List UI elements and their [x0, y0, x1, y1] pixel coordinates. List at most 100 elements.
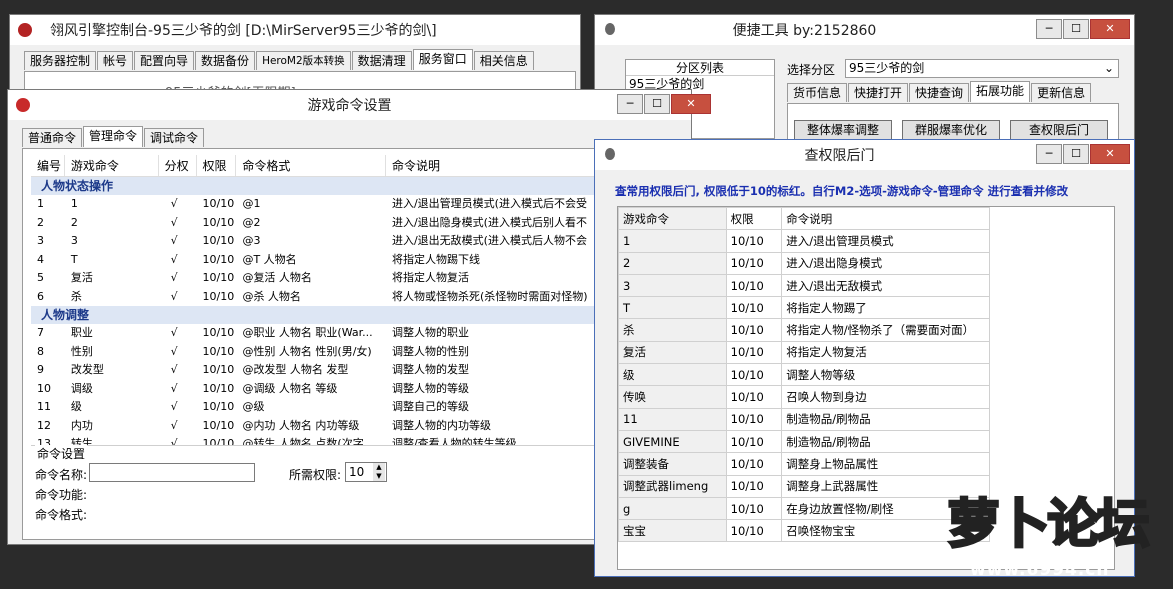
cell-permission: 10/10	[725, 452, 783, 476]
col-permission[interactable]: 权限	[197, 155, 237, 176]
command-row[interactable]: 12 内功 √ 10/10 @内功 人物名 内功等级 调整人物的内功等级	[31, 417, 685, 436]
cell-format: @1	[242, 197, 261, 210]
cell-description: 制造物品/刷物品	[781, 407, 990, 431]
tab-currency-info[interactable]: 货币信息	[787, 83, 848, 102]
cell-delegated: √	[170, 234, 178, 247]
command-row[interactable]: 5 复活 √ 10/10 @复活 人物名 将指定人物复活	[31, 269, 685, 288]
tab-admin-commands[interactable]: 管理命令	[83, 126, 144, 147]
check-backdoor-button[interactable]: 查权限后门	[1010, 120, 1108, 140]
cell-command: 改发型	[70, 363, 104, 376]
minimize-icon[interactable]: ─	[1036, 19, 1062, 39]
command-group-header[interactable]: 人物调整	[31, 306, 685, 324]
cell-command: 级	[618, 363, 727, 387]
cell-number: 13	[37, 437, 51, 445]
tab-data-backup[interactable]: 数据备份	[195, 51, 256, 70]
command-row[interactable]: 10 调级 √ 10/10 @调级 人物名 等级 调整人物的等级	[31, 380, 685, 399]
col-command[interactable]: 游戏命令	[618, 207, 727, 231]
col-format[interactable]: 命令格式	[236, 155, 386, 176]
cell-delegated: √	[170, 271, 178, 284]
tab-account[interactable]: 帐号	[97, 51, 134, 70]
chevron-down-icon[interactable]: ⌄	[1104, 60, 1114, 77]
backdoor-row[interactable]: 11 10/10 制造物品/刷物品	[618, 407, 990, 431]
maximize-icon[interactable]: ☐	[1063, 19, 1089, 39]
cell-permission: 10/10	[202, 344, 235, 358]
maximize-icon[interactable]: ☐	[1063, 144, 1089, 164]
cell-command: 调级	[70, 381, 93, 395]
group-drop-rate-button[interactable]: 群服爆率优化	[902, 120, 1000, 140]
cell-permission: 10/10	[202, 234, 235, 247]
cell-description: 调整身上物品属性	[781, 452, 990, 476]
cell-number: 7	[37, 326, 44, 339]
close-icon[interactable]: ✕	[671, 94, 711, 114]
close-icon[interactable]: ✕	[1090, 19, 1130, 39]
backdoor-row[interactable]: 复活 10/10 将指定人物复活	[618, 340, 990, 365]
cell-permission: 10/10	[725, 340, 783, 365]
cell-delegated: √	[170, 400, 178, 413]
backdoor-row[interactable]: GIVEMINE 10/10 制造物品/刷物品	[618, 429, 990, 454]
select-partition-label: 选择分区	[787, 63, 836, 77]
col-description[interactable]: 命令说明	[781, 207, 990, 231]
backdoor-row[interactable]: 2 10/10 进入/退出隐身模式	[618, 251, 990, 275]
tab-debug-commands[interactable]: 调试命令	[144, 128, 205, 147]
cell-delegated: √	[170, 363, 178, 376]
col-permission[interactable]: 权限	[725, 207, 783, 231]
cell-delegated: √	[170, 344, 178, 358]
tab-service-window[interactable]: 服务窗口	[412, 49, 473, 70]
command-name-input[interactable]	[89, 463, 255, 482]
col-number[interactable]: 编号	[31, 155, 65, 176]
cell-delegated: √	[170, 418, 178, 432]
command-row[interactable]: 13 转生 √ 10/10 @转生 人物名 点数(次字 调整/查看人物的转生等级	[31, 435, 685, 445]
cell-permission: 10/10	[725, 273, 783, 298]
close-icon[interactable]: ✕	[1090, 144, 1130, 164]
overall-drop-rate-button[interactable]: 整体爆率调整	[794, 120, 892, 140]
tab-server-control[interactable]: 服务器控制	[24, 51, 97, 70]
command-group-header[interactable]: 人物状态操作	[31, 177, 685, 195]
backdoor-row[interactable]: 3 10/10 进入/退出无敌模式	[618, 273, 990, 298]
tab-quick-query[interactable]: 快捷查询	[909, 83, 970, 102]
tab-data-clean[interactable]: 数据清理	[351, 51, 412, 70]
main-console-tabs: 服务器控制 帐号 配置向导 数据备份 HeroM2版本转换 数据清理 服务窗口 …	[24, 49, 535, 72]
col-delegated[interactable]: 分权	[159, 155, 197, 176]
col-command[interactable]: 游戏命令	[65, 155, 159, 176]
cell-format: @转生 人物名 点数(次字	[242, 437, 364, 445]
command-name-label: 命令名称:	[35, 468, 88, 482]
command-row[interactable]: 8 性别 √ 10/10 @性别 人物名 性别(男/女) 调整人物的性别	[31, 343, 685, 362]
command-row[interactable]: 2 2 √ 10/10 @2 进入/退出隐身模式(进入模式后别人看不	[31, 214, 685, 233]
backdoor-row[interactable]: T 10/10 将指定人物踢了	[618, 296, 990, 320]
backdoor-row[interactable]: 1 10/10 进入/退出管理员模式	[618, 229, 990, 253]
tab-update-info[interactable]: 更新信息	[1031, 83, 1092, 102]
tab-normal-commands[interactable]: 普通命令	[22, 128, 83, 147]
cell-command: 宝宝	[618, 519, 727, 543]
tab-quick-open[interactable]: 快捷打开	[848, 83, 909, 102]
cell-delegated: √	[170, 289, 178, 303]
backdoor-row[interactable]: 级 10/10 调整人物等级	[618, 363, 990, 387]
permission-stepper[interactable]: 10 ▲ ▼	[345, 462, 387, 482]
backdoor-row[interactable]: 传唤 10/10 召唤人物到身边	[618, 385, 990, 409]
command-row[interactable]: 7 职业 √ 10/10 @职业 人物名 职业(War... 调整人物的职业	[31, 324, 685, 343]
command-row[interactable]: 4 T √ 10/10 @T 人物名 将指定人物踢下线	[31, 251, 685, 270]
command-row[interactable]: 9 改发型 √ 10/10 @改发型 人物名 发型 调整人物的发型	[31, 361, 685, 380]
game-command-titlebar: 游戏命令设置 ─ ☐ ✕	[8, 90, 711, 120]
maximize-icon[interactable]: ☐	[644, 94, 670, 114]
cell-command: 杀	[70, 289, 82, 303]
admin-commands-panel: 编号 游戏命令 分权 权限 命令格式 命令说明 人物状态操作 1 1 √ 10/10 @1…	[22, 148, 686, 540]
tab-extended-functions[interactable]: 拓展功能	[970, 81, 1031, 102]
cell-description: 进入/退出隐身模式	[781, 251, 990, 275]
app-icon	[18, 23, 32, 37]
backdoor-row[interactable]: 调整装备 10/10 调整身上物品属性	[618, 452, 990, 476]
command-row[interactable]: 6 杀 √ 10/10 @杀 人物名 将人物或怪物杀死(杀怪物时需面对怪物)	[31, 288, 685, 307]
backdoor-row[interactable]: 杀 10/10 将指定人物/怪物杀了（需要面对面）	[618, 318, 990, 342]
minimize-icon[interactable]: ─	[617, 94, 643, 114]
partition-select[interactable]: 95三少爷的剑 ⌄	[845, 59, 1119, 78]
command-row[interactable]: 1 1 √ 10/10 @1 进入/退出管理员模式(进入模式后不会受	[31, 195, 685, 214]
tab-related-info[interactable]: 相关信息	[473, 51, 534, 70]
cell-format: @T 人物名	[242, 252, 297, 266]
tab-config-wizard[interactable]: 配置向导	[134, 51, 195, 70]
tab-herom2-convert[interactable]: HeroM2版本转换	[256, 51, 351, 70]
cell-command: 1	[70, 197, 78, 210]
cell-command: 3	[618, 273, 727, 298]
spin-arrows-icon[interactable]: ▲ ▼	[373, 463, 385, 481]
minimize-icon[interactable]: ─	[1036, 144, 1062, 164]
command-row[interactable]: 11 级 √ 10/10 @级 调整自己的等级	[31, 398, 685, 417]
command-row[interactable]: 3 3 √ 10/10 @3 进入/退出无敌模式(进入模式后人物不会	[31, 232, 685, 251]
